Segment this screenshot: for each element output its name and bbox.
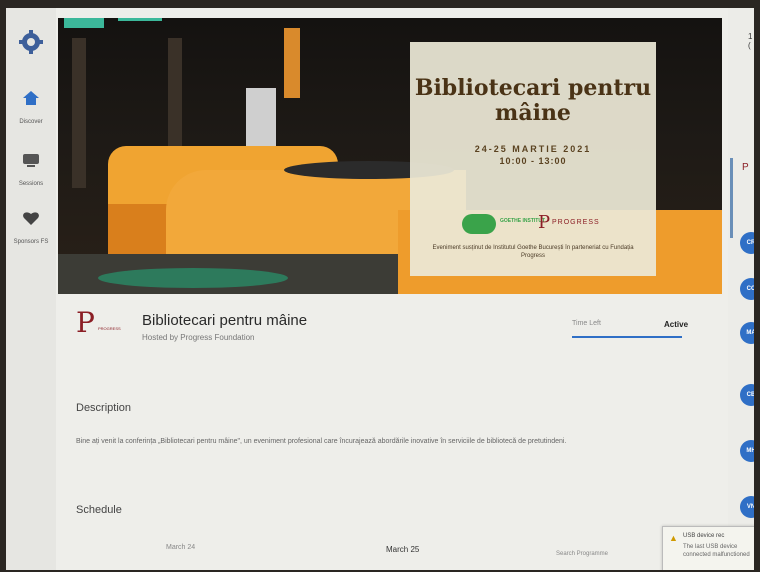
banner-title: Bibliotecari pentru mâine xyxy=(414,75,652,126)
search-programme-link[interactable]: Search Programme xyxy=(556,551,608,557)
heart-icon xyxy=(23,212,39,225)
event-banner-image: Bibliotecari pentru mâine 24-25 MARTIE 2… xyxy=(58,18,722,294)
event-title: Bibliotecari pentru mâine xyxy=(142,312,308,329)
tab-indicator xyxy=(572,336,682,338)
event-host: Hosted by Progress Foundation xyxy=(142,333,255,342)
description-heading: Description xyxy=(76,402,132,414)
gear-icon[interactable] xyxy=(19,30,43,54)
tab-time-left[interactable]: Time Left xyxy=(572,320,601,327)
avatar[interactable]: CC xyxy=(740,278,754,300)
notification-title: USB device rec xyxy=(683,533,725,539)
event-tabs: Time Left Active xyxy=(572,318,702,348)
avatar[interactable]: VN xyxy=(740,496,754,518)
sidebar-item-label: Sponsors FS xyxy=(13,239,49,245)
schedule-heading: Schedule xyxy=(76,504,122,516)
warning-icon: ▲ xyxy=(669,533,678,543)
tab-active[interactable]: Active xyxy=(664,320,688,329)
progress-logo-wordmark: PROGRESS xyxy=(98,326,121,331)
sidebar-item-sessions[interactable]: Sessions xyxy=(6,152,56,190)
progress-logo-text: PROGRESS xyxy=(552,219,600,226)
schedule-day-tab[interactable]: March 25 xyxy=(386,545,419,554)
bookshelf xyxy=(72,38,86,188)
right-rail-label: 1 ( xyxy=(748,32,753,50)
right-attendee-rail: 1 ( P CR CC MA CB MH VN xyxy=(728,8,754,570)
banner-footer: Eveniment susținut de Institutul Goethe … xyxy=(432,245,634,259)
progress-marker-icon: P xyxy=(742,162,749,173)
goethe-logo xyxy=(462,214,496,234)
lamp xyxy=(284,28,300,98)
sidebar-item-label: Sessions xyxy=(18,181,44,187)
teal-rug xyxy=(98,268,288,288)
banner-text-panel: Bibliotecari pentru mâine 24-25 MARTIE 2… xyxy=(410,42,656,276)
sidebar-item-label: Discover xyxy=(19,119,43,125)
schedule-day-tab[interactable]: March 24 xyxy=(166,544,195,551)
banner-hours: 10:00 - 13:00 xyxy=(499,156,567,166)
avatar[interactable]: CR xyxy=(740,232,754,254)
notification-text: The last USB device connected malfunctio… xyxy=(683,544,750,558)
sidebar-item-sponsors[interactable]: Sponsors FS xyxy=(6,210,56,248)
home-icon xyxy=(23,91,39,105)
scrollbar[interactable] xyxy=(730,158,733,238)
partner-logos: GOETHE INSTITUT P PROGRESS xyxy=(410,212,656,236)
sidebar-item-discover[interactable]: Discover xyxy=(6,90,56,128)
usb-notification[interactable]: ▲ USB device rec The last USB device con… xyxy=(662,526,754,570)
tv-icon xyxy=(23,154,39,167)
banner-tab-marker xyxy=(118,18,162,21)
left-navigation-rail: Discover Sessions Sponsors FS xyxy=(6,8,56,570)
avatar[interactable]: CB xyxy=(740,384,754,406)
progress-logo-mark: P xyxy=(538,212,551,233)
description-text: Bine ați venit la conferința „Biblioteca… xyxy=(76,438,567,445)
progress-logo: P xyxy=(76,306,95,339)
browser-screen: Discover Sessions Sponsors FS Biblioteca… xyxy=(6,8,754,570)
banner-tab-marker xyxy=(64,18,104,28)
banner-dates: 24-25 MARTIE 2021 xyxy=(474,144,592,154)
avatar[interactable]: MH xyxy=(740,440,754,462)
avatar[interactable]: MA xyxy=(740,322,754,344)
